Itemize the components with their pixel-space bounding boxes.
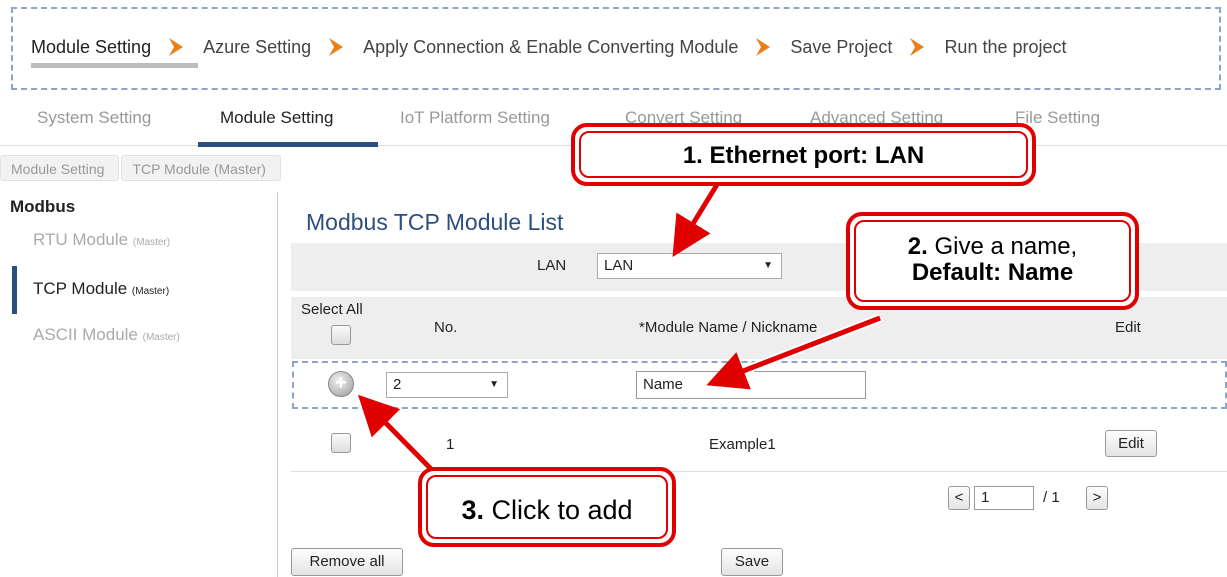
arrow-to-add-button [357, 394, 436, 474]
arrow-to-lan-select [672, 180, 722, 258]
callout-click-to-add: 3. Click to add [418, 467, 676, 547]
arrow-to-name-input [706, 313, 882, 390]
callout-text-bold: Default: Name [911, 259, 1074, 286]
callout-give-name: 2. Give a name, Default: Name [846, 212, 1139, 310]
callout-text: Ethernet port: LAN [709, 142, 925, 169]
callout-ethernet-port: 1. Ethernet port: LAN [571, 123, 1036, 186]
callout-text: Click to add [491, 495, 633, 525]
callout-number: 3. [461, 495, 484, 525]
callout-number: 1. [682, 142, 703, 169]
callout-number: 2. [907, 233, 928, 260]
callout-text: Give a name, [934, 233, 1078, 260]
